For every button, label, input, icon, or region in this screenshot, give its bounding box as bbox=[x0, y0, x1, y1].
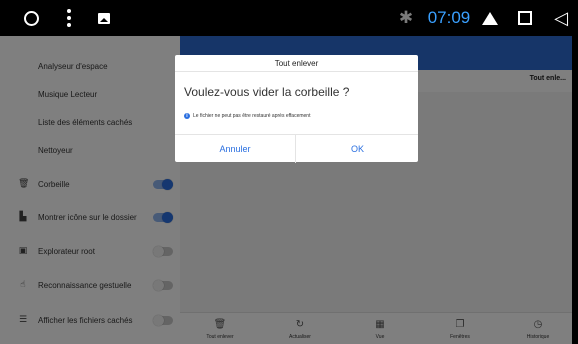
dialog-info: i Le fichier ne peut pas être restauré a… bbox=[184, 113, 310, 119]
clock: 07:09 bbox=[427, 8, 471, 27]
cancel-button[interactable]: Annuler bbox=[175, 135, 296, 163]
ok-button[interactable]: OK bbox=[297, 135, 418, 163]
dialog-question: Voulez-vous vider la corbeille ? bbox=[184, 85, 350, 99]
bluetooth-icon: ✱ bbox=[398, 8, 414, 28]
menu-dots-icon[interactable] bbox=[62, 0, 76, 36]
dialog-actions: Annuler OK bbox=[175, 134, 418, 163]
info-icon: i bbox=[184, 113, 190, 119]
dialog-title: Tout enlever bbox=[175, 55, 418, 72]
home-circle-icon[interactable] bbox=[20, 0, 42, 36]
status-bar: ✱ 07:09 ◁ bbox=[0, 0, 578, 36]
empty-trash-dialog: Tout enlever Voulez-vous vider la corbei… bbox=[175, 55, 418, 163]
screen: Analyseur d'espace Musique Lecteur Liste… bbox=[0, 36, 578, 344]
recents-square-icon[interactable] bbox=[516, 0, 534, 36]
image-icon bbox=[96, 0, 112, 36]
back-icon[interactable]: ◁ bbox=[552, 0, 570, 36]
dialog-info-text: Le fichier ne peut pas être restauré apr… bbox=[193, 113, 311, 119]
screen-edge bbox=[572, 36, 578, 344]
eject-icon[interactable] bbox=[480, 0, 500, 36]
